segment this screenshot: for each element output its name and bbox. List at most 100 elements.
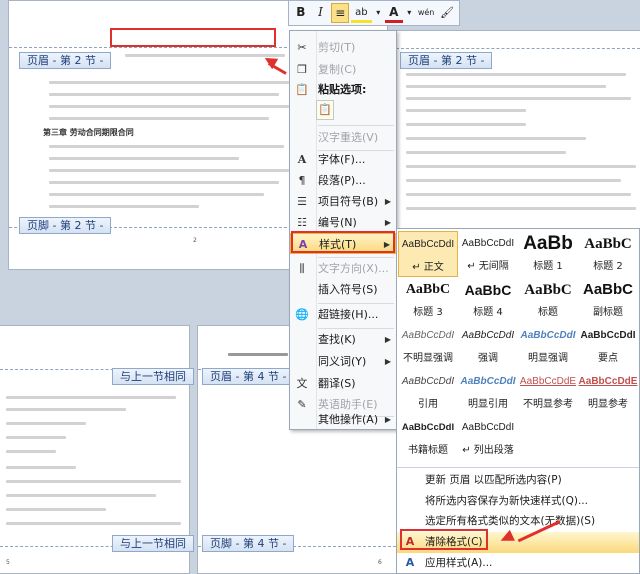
phonetic-guide-button[interactable]: wén [416,3,436,23]
italic-button[interactable]: I [312,3,330,23]
menu-item-paragraph[interactable]: ¶ 段落(P)... [290,170,396,191]
menu-item-hyperlink[interactable]: 🌐 超链接(H)... [290,304,396,325]
style-swatch[interactable]: AaBbC 标题 3 [398,277,458,323]
menu-item-synonyms[interactable]: 同义词(Y) ▶ [290,351,396,372]
menu-item-text-direction[interactable]: ⫼ 文字方向(X)... [290,258,396,279]
style-swatch[interactable]: AaBbC 标题 [518,277,578,323]
menu-item-copy[interactable]: ❐ 复制(C) [290,59,396,80]
menu-item-font[interactable]: A 字体(F)... [290,149,396,170]
apply-styles-command[interactable]: A 应用样式(A)... [397,553,639,574]
text-direction-icon: ⫼ [299,262,305,275]
apply-styles-icon: A [405,556,415,569]
menu-item-numbering[interactable]: ☷ 编号(N) ▶ [290,212,396,233]
submenu-arrow-icon: ▶ [384,197,391,206]
style-swatch[interactable]: AaBbCcDdI 引用 [398,369,458,415]
update-style-command[interactable]: 更新 页眉 以匹配所选内容(P) [397,470,639,491]
paste-icon: 📋 [295,83,309,96]
menu-item-bullets[interactable]: ☰ 项目符号(B) ▶ [290,191,396,212]
menu-item-insert-symbol[interactable]: 插入符号(S) [290,279,396,300]
text-line [6,480,181,483]
text-line [406,179,621,182]
submenu-arrow-icon: ▶ [384,357,391,366]
section-heading: 第三章 劳动合同期限合同 [43,128,134,137]
style-swatch[interactable]: AaBbC 副标题 [578,277,638,323]
highlight-button[interactable]: ab [351,3,372,23]
style-name: 不明显强调 [403,353,453,364]
style-swatch[interactable]: AaBbCcDdI ↵ 无间隔 [458,231,518,277]
style-swatch[interactable]: AaBbCcDdI ↵ 列出段落 [458,415,518,461]
style-swatch[interactable]: AaBbC 标题 4 [458,277,518,323]
bold-button[interactable]: B [292,3,310,23]
text-line [6,522,181,525]
text-line [6,436,66,439]
text-line [49,169,289,172]
text-line [6,408,126,411]
style-preview: AaBbCcDdI [580,330,636,341]
style-name: ↵ 无间隔 [467,261,509,272]
document-page-right[interactable]: 页眉 - 第 2 节 - [395,30,640,245]
page-number: 2 [193,237,197,244]
style-name: 引用 [418,399,438,410]
submenu-arrow-icon: ▶ [384,415,391,424]
text-line [6,396,176,399]
style-swatch[interactable]: AaBbC 标题 2 [578,231,638,277]
text-line [49,93,279,96]
style-swatch[interactable]: AaBbCcDdE 明显参考 [578,369,638,415]
text-line [49,193,264,196]
highlight-dropdown-icon[interactable]: ▾ [374,3,383,23]
copy-icon: ❐ [297,63,307,76]
font-color-button[interactable]: A [384,3,403,23]
style-swatch[interactable]: AaBbCcDdI 要点 [578,323,638,369]
menu-separator [318,125,394,126]
style-swatch[interactable]: AaBbCcDdI ↵ 正文 [398,231,458,277]
gallery-separator [397,467,639,468]
format-painter-icon[interactable]: 🖌 [438,3,456,23]
submenu-arrow-icon: ▶ [384,335,391,344]
font-color-dropdown-icon[interactable]: ▾ [405,3,414,23]
style-swatch[interactable]: AaBbCcDdI 不明显强调 [398,323,458,369]
style-swatch[interactable]: AaBbCcDdI 明显强调 [518,323,578,369]
style-preview: AaBbCcDdI [461,422,515,433]
style-name: 明显强调 [528,353,568,364]
text-line [49,145,284,148]
paragraph-icon: ¶ [298,174,306,187]
style-preview: AaBbC [405,282,451,297]
center-align-button[interactable]: ≡ [331,3,350,23]
translate-icon: 文 [296,377,308,390]
style-preview: AaBbCcDdI [401,330,455,341]
menu-item-translate[interactable]: 文 翻译(S) [290,373,396,394]
menu-item-lookup[interactable]: 查找(K) ▶ [290,329,396,350]
style-preview: AaBbCcDdI [461,330,515,341]
text-line [6,466,76,469]
style-swatch[interactable]: AaBbCcDdE 不明显参考 [518,369,578,415]
text-line [406,151,566,154]
header-tag: 与上一节相同 [112,368,194,385]
footer-tag: 页脚 - 第 4 节 - [202,535,295,552]
scissors-icon: ✂ [297,41,307,54]
save-quick-style-command[interactable]: 将所选内容保存为新快速样式(Q)... [397,491,639,512]
hyperlink-icon: 🌐 [295,308,309,321]
style-preview: AaBbC [524,282,572,298]
text-line [49,205,199,208]
paste-keep-text-button[interactable]: 📋 [316,100,334,120]
style-name: 不明显参考 [523,399,573,410]
page-number: 6 [378,559,382,566]
header-tag: 页眉 - 第 4 节 - [202,368,295,385]
footer-tag: 与上一节相同 [112,535,194,552]
style-swatch[interactable]: AaBbCcDdI 书籍标题 [398,415,458,461]
style-name: ↵ 列出段落 [462,445,514,456]
styles-item-highlight-box [291,231,395,253]
menu-item-more-actions[interactable]: 其他操作(A) ▶ [290,409,396,430]
menu-item-reconvert[interactable]: 汉字重选(V) [290,127,396,148]
style-swatch[interactable]: AaBbCcDdI 明显引用 [458,369,518,415]
text-line [406,123,526,126]
style-gallery: AaBbCcDdI ↵ 正文 AaBbCcDdI ↵ 无间隔 AaBb 标题 1 AaBbC… [396,228,640,574]
style-swatch[interactable]: AaBbCcDdI 强调 [458,323,518,369]
style-swatch[interactable]: AaBb 标题 1 [518,231,578,277]
text-line [125,54,285,57]
document-page-2[interactable]: 与上一节相同 与上一节相同 5 [0,325,194,574]
style-preview: AaBb [523,233,573,254]
style-preview: AaBbCcDdI [401,376,455,387]
header-tag: 页眉 - 第 2 节 - [19,52,112,69]
menu-item-cut[interactable]: ✂ 剪切(T) [290,37,396,58]
